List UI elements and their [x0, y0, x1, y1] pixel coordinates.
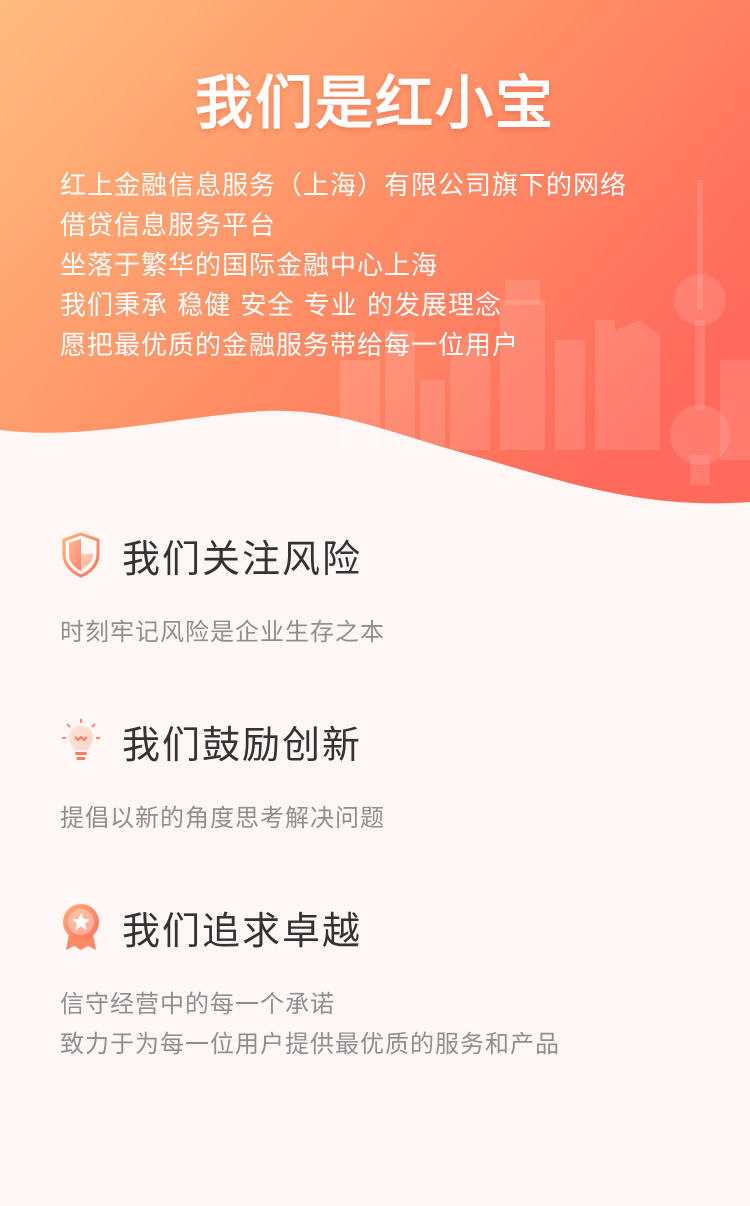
- feature-header: 我们追求卓越: [60, 902, 700, 953]
- feature-desc-line: 时刻牢记风险是企业生存之本: [60, 618, 385, 646]
- medal-icon: [60, 903, 102, 951]
- hero-desc-line: 借贷信息服务平台: [60, 211, 277, 241]
- hero-desc-line: 红上金融信息服务（上海）有限公司旗下的网络: [60, 171, 628, 201]
- feature-description: 信守经营中的每一个承诺 致力于为每一位用户提供最优质的服务和产品: [60, 984, 700, 1064]
- feature-desc-line: 提倡以新的角度思考解决问题: [60, 804, 385, 832]
- feature-desc-line: 致力于为每一位用户提供最优质的服务和产品: [60, 1030, 560, 1058]
- hero-title: 我们是红小宝: [194, 69, 555, 137]
- feature-title: 我们关注风险: [122, 536, 363, 581]
- feature-header: 我们鼓励创新: [60, 716, 700, 767]
- feature-title: 我们追求卓越: [122, 908, 363, 953]
- hero-desc-line: 我们秉承 稳健 安全 专业 的发展理念: [60, 291, 503, 321]
- hero-description: 红上金融信息服务（上海）有限公司旗下的网络 借贷信息服务平台 坐落于繁华的国际金…: [60, 166, 710, 366]
- lightbulb-icon: [60, 717, 102, 765]
- shield-icon: [60, 531, 102, 579]
- feature-risk: 我们关注风险 时刻牢记风险是企业生存之本: [60, 530, 700, 652]
- about-page: 我们是红小宝 红上金融信息服务（上海）有限公司旗下的网络 借贷信息服务平台 坐落…: [0, 0, 750, 1206]
- hero-desc-line: 坐落于繁华的国际金融中心上海: [60, 251, 439, 281]
- feature-description: 时刻牢记风险是企业生存之本: [60, 612, 700, 652]
- feature-innovation: 我们鼓励创新 提倡以新的角度思考解决问题: [60, 716, 700, 838]
- feature-excellence: 我们追求卓越 信守经营中的每一个承诺 致力于为每一位用户提供最优质的服务和产品: [60, 902, 700, 1064]
- feature-description: 提倡以新的角度思考解决问题: [60, 798, 700, 838]
- feature-title: 我们鼓励创新: [122, 722, 363, 767]
- hero-banner: 我们是红小宝 红上金融信息服务（上海）有限公司旗下的网络 借贷信息服务平台 坐落…: [0, 0, 750, 510]
- hero-desc-line: 愿把最优质的金融服务带给每一位用户: [60, 331, 520, 361]
- feature-header: 我们关注风险: [60, 530, 700, 581]
- feature-desc-line: 信守经营中的每一个承诺: [60, 990, 335, 1018]
